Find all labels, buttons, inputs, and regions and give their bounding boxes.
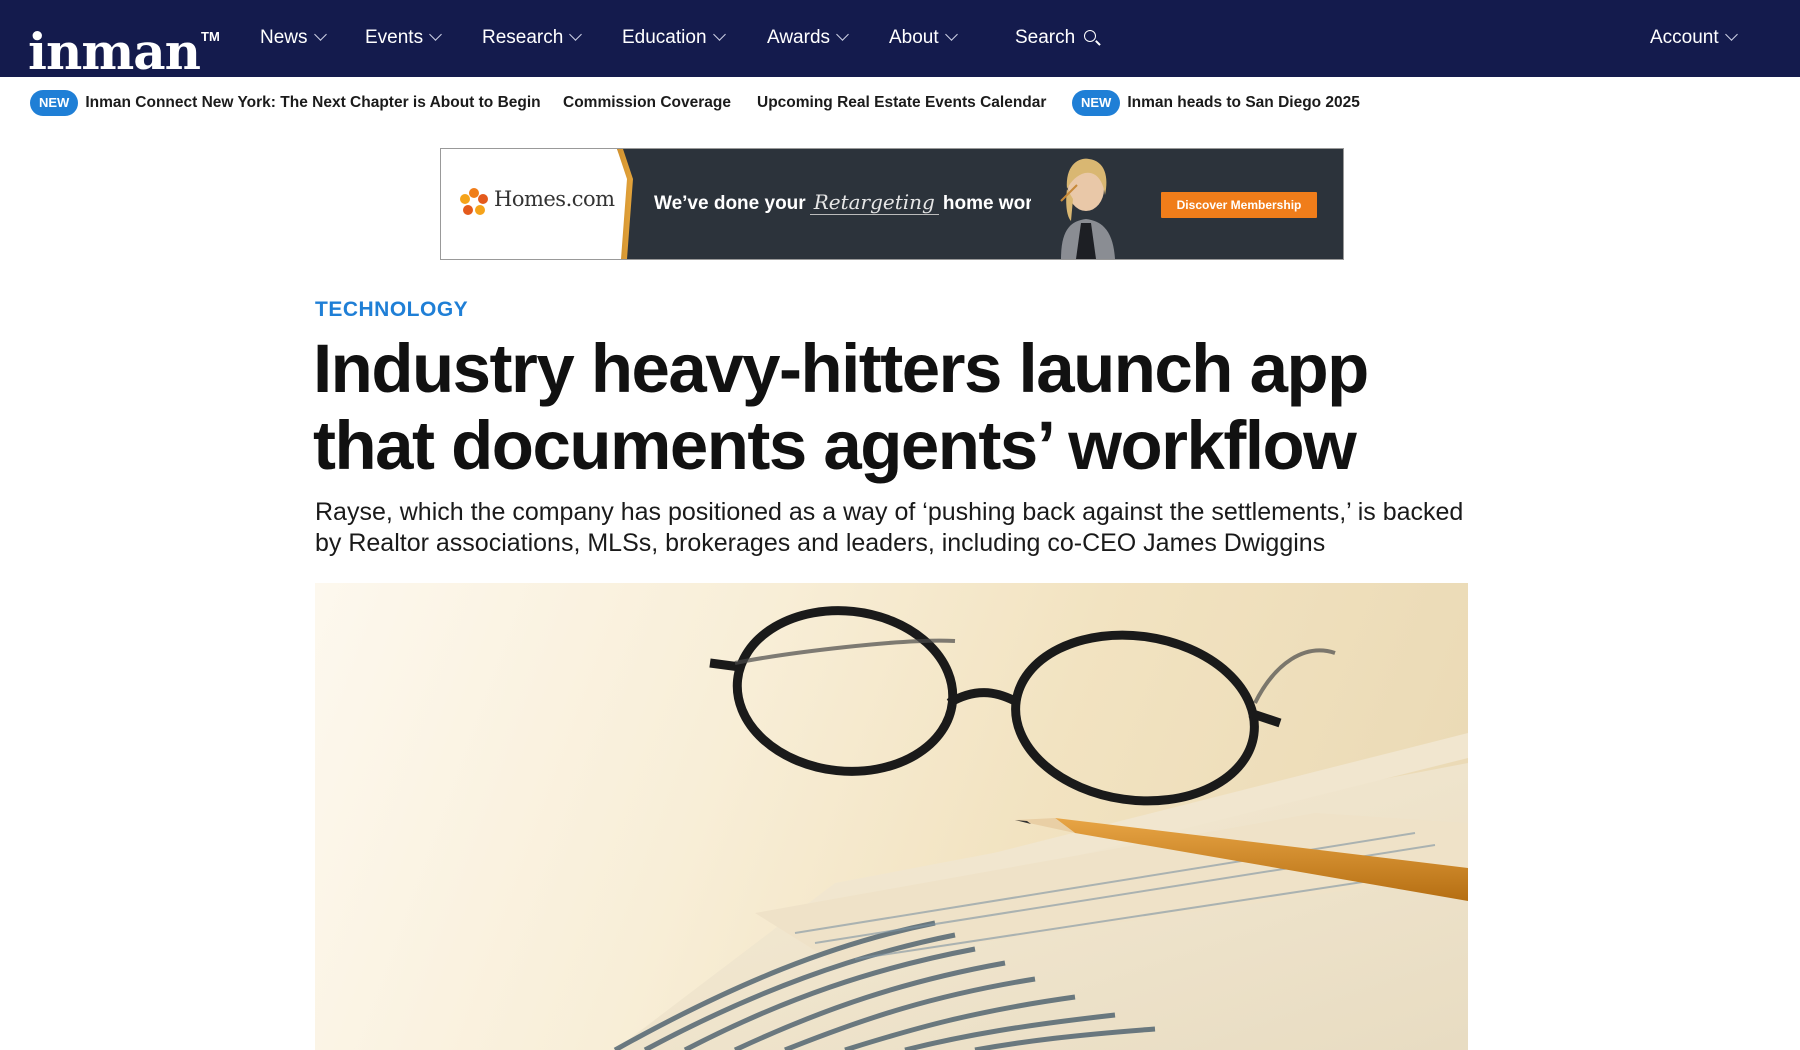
ad-headline-pre: We’ve done your [654, 193, 806, 214]
ad-brand-name: Homes.com [494, 187, 615, 211]
discover-membership-button[interactable]: Discover Membership [1161, 192, 1317, 218]
chevron-down-icon [429, 28, 442, 41]
glasses-on-papers-illustration [613, 606, 1468, 1050]
nav-item-label: About [889, 27, 939, 48]
search-label: Search [1015, 27, 1076, 48]
new-badge: NEW [30, 90, 79, 116]
ad-headline: We’ve done your Retargeting home work. [654, 190, 1048, 215]
chevron-down-icon [712, 28, 726, 41]
ticker-item-connect-ny[interactable]: NEW Inman Connect New York: The Next Chap… [30, 90, 541, 116]
article-category-link[interactable]: TECHNOLOGY [315, 298, 468, 322]
top-nav-bar: inmanTM News Events Research Education A… [0, 0, 1800, 81]
nav-item-events[interactable]: Events [365, 24, 442, 52]
article-headline: Industry heavy-hitters launch app that d… [313, 330, 1369, 484]
article-dek: Rayse, which the company has positioned … [315, 498, 1464, 557]
chevron-down-icon [1724, 28, 1738, 41]
ticker-item-events-calendar[interactable]: Upcoming Real Estate Events Calendar [757, 90, 1046, 116]
nav-item-label: Awards [767, 27, 831, 48]
nav-item-news[interactable]: News [260, 24, 327, 52]
nav-item-label: Research [482, 27, 564, 48]
ticker-item-label: Upcoming Real Estate Events Calendar [757, 94, 1047, 111]
chevron-down-icon [944, 28, 958, 41]
logo-trademark: TM [201, 29, 220, 44]
ticker-item-label: Inman heads to San Diego 2025 [1127, 94, 1360, 111]
nav-item-research[interactable]: Research [482, 24, 583, 52]
new-badge: NEW [1072, 90, 1121, 116]
nav-item-label: Events [365, 27, 424, 48]
homes-logo-icon [460, 188, 488, 215]
article-hero-image [315, 583, 1468, 1050]
trending-ticker: NEW Inman Connect New York: The Next Chap… [0, 77, 1800, 129]
search-icon [1084, 30, 1097, 42]
ad-model-image [1031, 149, 1141, 259]
logo-text: inman [28, 22, 201, 81]
nav-item-awards[interactable]: Awards [767, 24, 849, 52]
ad-headline-script: Retargeting [809, 190, 939, 215]
ticker-item-san-diego[interactable]: NEW Inman heads to San Diego 2025 [1072, 90, 1360, 116]
nav-item-education[interactable]: Education [622, 24, 726, 52]
nav-item-label: Education [622, 27, 707, 48]
nav-item-label: News [260, 27, 308, 48]
nav-item-about[interactable]: About [889, 24, 958, 52]
nav-search-button[interactable]: Search [1015, 24, 1097, 52]
chevron-down-icon [313, 28, 327, 41]
chevron-down-icon [569, 28, 583, 41]
ticker-item-commission-coverage[interactable]: Commission Coverage [563, 90, 731, 116]
inman-logo[interactable]: inmanTM [28, 8, 220, 81]
account-menu[interactable]: Account [1650, 24, 1738, 52]
chevron-down-icon [836, 28, 849, 41]
ticker-item-label: Inman Connect New York: The Next Chapter… [85, 94, 541, 111]
account-label: Account [1650, 27, 1719, 48]
ad-banner[interactable]: Homes.com We’ve done your Retargeting home… [440, 148, 1344, 260]
ticker-item-label: Commission Coverage [563, 94, 731, 111]
